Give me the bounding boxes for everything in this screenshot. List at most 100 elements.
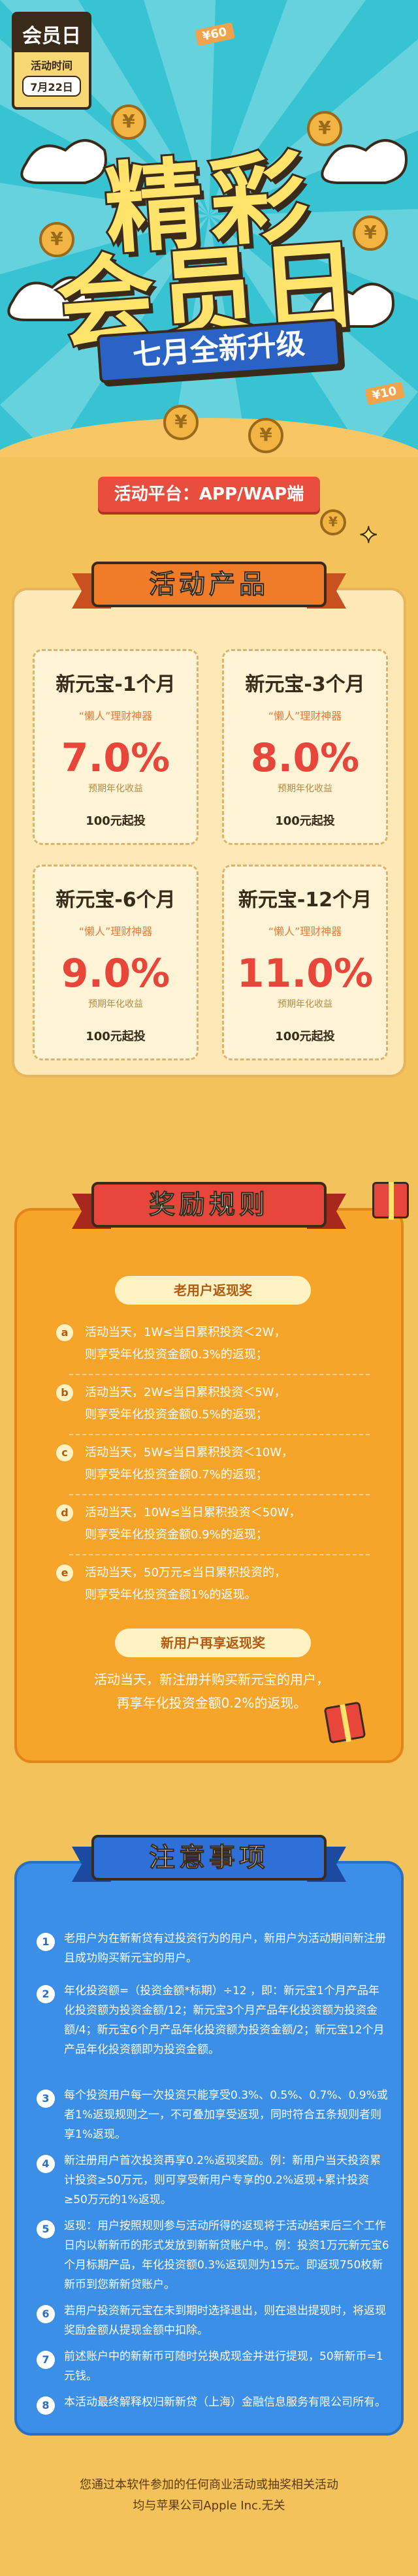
rule-line1: 活动当天，50万元≤当日累积投资的， [85,1566,286,1580]
note-number: 8 [37,2396,55,2415]
note-text: 若用户投资新元宝在未到期时选择退出，则在退出提现时，将返现奖励金额从提现金额中扣… [64,2304,386,2337]
rule-line2: 则享受年化投资金额0.5%的返现； [85,1408,268,1422]
note-number: 7 [37,2351,55,2369]
note-number: 6 [37,2305,55,2323]
note-item: 6 若用户投资新元宝在未到期时选择退出，则在退出提现时，将返现奖励金额从提现金额… [37,2301,389,2340]
section-title: 奖励规则 [91,1182,327,1228]
note-item: 7 前述账户中的新新币可随时兑换成现金并进行提现，50新新币=1元钱。 [37,2347,389,2386]
rule-mark: a [56,1324,73,1341]
disclaimer-line2: 均与苹果公司Apple Inc.无关 [133,2499,285,2513]
section-title: 活动产品 [91,562,327,607]
rule-line2: 则享受年化投资金额0.9%的返现； [85,1528,268,1542]
note-item: 8 本活动最终解释权归新新贷（上海）金融信息服务有限公司所有。 [37,2393,389,2415]
product-slogan: “懒人”理财神器 [78,710,153,722]
rule-line1: 活动当天，1W≤当日累积投资＜2W， [85,1326,286,1339]
note-number: 5 [37,2220,55,2238]
note-text: 老用户为在新新贷有过投资行为的用户，新用户为活动期间新注册且成功购买新元宝的用户… [64,1932,386,1965]
note-text: 返现：用户按照规则参与活动所得的返现将于活动结束后三个工作日内以新新币的形式发放… [64,2219,389,2291]
note-text: 前述账户中的新新币可随时兑换成现金并进行提现，50新新币=1元钱。 [64,2350,383,2383]
product-slogan: “懒人”理财神器 [268,710,342,722]
note-text: 每个投资用户每一次投资只能享受0.3%、0.5%、0.7%、0.9%或者1%返现… [64,2089,388,2141]
gift-icon [323,1701,366,1744]
notes-panel: 1 老用户为在新新贷有过投资行为的用户，新用户为活动期间新注册且成功购买新元宝的… [14,1861,404,2436]
note-text: 年化投资额=（投资金额*标期）÷12 ，即：新元宝1个月产品年化投资额为投资金额… [64,1984,385,2056]
divider [69,1434,370,1435]
section-title: 注意事项 [91,1835,327,1881]
product-card[interactable]: 新元宝-12个月 “懒人”理财神器 11.0% 预期年化收益 100元起投 [222,865,388,1060]
new-user-line2: 再享年化投资金额0.2%的返现。 [116,1695,307,1711]
rule-line2: 则享受年化投资金额1%的返现。 [85,1588,257,1602]
badge-title: 会员日 [14,14,89,52]
disclaimer-line1: 您通过本软件参加的任何商业活动或抽奖相关活动 [80,2478,338,2492]
product-rate: 11.0% [236,951,374,996]
section-ribbon-reward: 奖励规则 [72,1182,346,1234]
divider [69,1494,370,1495]
coin-icon: ¥ [163,405,199,440]
products-panel: 新元宝-1个月 “懒人”理财神器 7.0% 预期年化收益 100元起投 新元宝-… [12,588,406,1077]
note-item: 3 每个投资用户每一次投资只能享受0.3%、0.5%、0.7%、0.9%或者1%… [37,2086,389,2144]
product-name: 新元宝-1个月 [56,673,176,696]
coin-icon: ¥ [320,509,346,535]
badge-subtitle: 活动时间 [30,59,72,72]
product-min-invest: 100元起投 [86,814,146,828]
product-card[interactable]: 新元宝-1个月 “懒人”理财神器 7.0% 预期年化收益 100元起投 [33,649,199,845]
note-item: 2 年化投资额=（投资金额*标期）÷12 ，即：新元宝1个月产品年化投资额为投资… [37,1981,389,2059]
divider [69,1554,370,1555]
section-ribbon-products: 活动产品 [72,562,346,614]
product-card[interactable]: 新元宝-3个月 “懒人”理财神器 8.0% 预期年化收益 100元起投 [222,649,388,845]
old-user-label: 老用户返现奖 [115,1276,311,1305]
product-slogan: “懒人”理财神器 [268,925,342,938]
note-item: 1 老用户为在新新贷有过投资行为的用户，新用户为活动期间新注册且成功购买新元宝的… [37,1929,389,1968]
reward-panel: 老用户返现奖 a 活动当天，1W≤当日累积投资＜2W， 则享受年化投资金额0.3… [14,1208,404,1763]
product-slogan: “懒人”理财神器 [78,925,153,938]
rule-line2: 则享受年化投资金额0.3%的返现； [85,1348,268,1361]
product-rate-label: 预期年化收益 [88,784,143,794]
note-item: 4 新注册用户首次投资再享0.2%返现奖励。例：新用户当天投资累计投资≥50万元… [37,2151,389,2210]
rule-item: b 活动当天，2W≤当日累积投资＜5W， 则享受年化投资金额0.5%的返现； [56,1382,383,1426]
product-rate: 9.0% [61,951,170,996]
rule-item: d 活动当天，10W≤当日累积投资＜50W， 则享受年化投资金额0.9%的返现； [56,1502,383,1546]
product-name: 新元宝-6个月 [56,889,176,912]
rule-item: c 活动当天，5W≤当日累积投资＜10W， 则享受年化投资金额0.7%的返现； [56,1442,383,1486]
product-rate-label: 预期年化收益 [88,999,143,1010]
badge-date: 7月22日 [22,76,81,97]
note-text: 本活动最终解释权归新新贷（上海）金融信息服务有限公司所有。 [64,2396,386,2409]
hero-banner: 会员日 活动时间 7月22日 ¥60 ¥10 ¥ ¥ ¥ ¥ ¥ ¥ 精彩 会员… [0,0,418,457]
note-text: 新注册用户首次投资再享0.2%返现奖励。例：新用户当天投资累计投资≥50万元，则… [64,2154,381,2206]
rule-line1: 活动当天，10W≤当日累积投资＜50W， [85,1506,301,1519]
event-badge: 会员日 活动时间 7月22日 [12,12,91,110]
disclaimer-footer: 您通过本软件参加的任何商业活动或抽奖相关活动 均与苹果公司Apple Inc.无… [0,2475,418,2517]
rule-line1: 活动当天，5W≤当日累积投资＜10W， [85,1446,294,1459]
platform-banner: 活动平台：APP/WAP端 [98,477,320,512]
rule-mark: b [56,1384,73,1401]
product-rate-label: 预期年化收益 [278,784,332,794]
product-name: 新元宝-12个月 [238,889,372,912]
rule-mark: c [56,1444,73,1461]
new-user-line1: 活动当天，新注册并购买新元宝的用户， [94,1672,329,1687]
rule-line1: 活动当天，2W≤当日累积投资＜5W， [85,1386,286,1399]
new-user-label: 新用户再享返现奖 [115,1629,311,1657]
section-ribbon-notes: 注意事项 [72,1835,346,1887]
product-min-invest: 100元起投 [86,1030,146,1043]
gift-icon [372,1182,409,1220]
product-rate: 7.0% [61,735,170,781]
rule-item: a 活动当天，1W≤当日累积投资＜2W， 则享受年化投资金额0.3%的返现； [56,1322,383,1366]
rule-mark: d [56,1504,73,1521]
product-name: 新元宝-3个月 [245,673,365,696]
note-number: 3 [37,2090,55,2108]
note-number: 1 [37,1933,55,1951]
coin-icon: ¥ [248,418,283,453]
star-icon: ✦ [359,522,378,549]
product-min-invest: 100元起投 [275,1030,335,1043]
divider [69,1374,370,1375]
product-rate: 8.0% [250,735,360,781]
product-rate-label: 预期年化收益 [278,999,332,1010]
rule-line2: 则享受年化投资金额0.7%的返现； [85,1468,268,1482]
note-number: 2 [37,1985,55,2003]
product-card[interactable]: 新元宝-6个月 “懒人”理财神器 9.0% 预期年化收益 100元起投 [33,865,199,1060]
rule-item: e 活动当天，50万元≤当日累积投资的， 则享受年化投资金额1%的返现。 [56,1562,383,1606]
note-item: 5 返现：用户按照规则参与活动所得的返现将于活动结束后三个工作日内以新新币的形式… [37,2216,389,2295]
rule-mark: e [56,1565,73,1582]
note-number: 4 [37,2155,55,2173]
product-min-invest: 100元起投 [275,814,335,828]
